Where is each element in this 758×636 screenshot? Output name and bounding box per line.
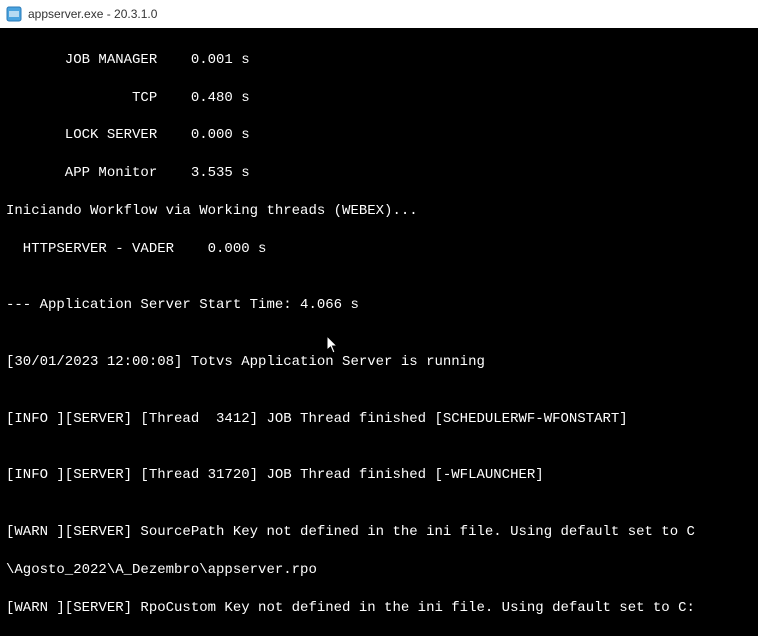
- mouse-cursor-icon: [292, 316, 306, 336]
- log-line: HTTPSERVER - VADER 0.000 s: [6, 240, 752, 259]
- console-output: JOB MANAGER 0.001 s TCP 0.480 s LOCK SER…: [0, 28, 758, 636]
- log-line: --- Application Server Start Time: 4.066…: [6, 296, 752, 315]
- log-line: Iniciando Workflow via Working threads (…: [6, 202, 752, 221]
- log-line: [INFO ][SERVER] [Thread 31720] JOB Threa…: [6, 466, 752, 485]
- log-line: JOB MANAGER 0.001 s: [6, 51, 752, 70]
- log-line: [INFO ][SERVER] [Thread 3412] JOB Thread…: [6, 410, 752, 429]
- log-line: APP Monitor 3.535 s: [6, 164, 752, 183]
- app-icon: [6, 6, 22, 22]
- log-line: TCP 0.480 s: [6, 89, 752, 108]
- title-bar[interactable]: appserver.exe - 20.3.1.0: [0, 0, 758, 28]
- log-line: [WARN ][SERVER] RpoCustom Key not define…: [6, 599, 752, 618]
- log-line: LOCK SERVER 0.000 s: [6, 126, 752, 145]
- window-title: appserver.exe - 20.3.1.0: [28, 7, 157, 21]
- log-line: [30/01/2023 12:00:08] Totvs Application …: [6, 353, 752, 372]
- log-line: \Agosto_2022\A_Dezembro\appserver.rpo: [6, 561, 752, 580]
- log-line: [WARN ][SERVER] SourcePath Key not defin…: [6, 523, 752, 542]
